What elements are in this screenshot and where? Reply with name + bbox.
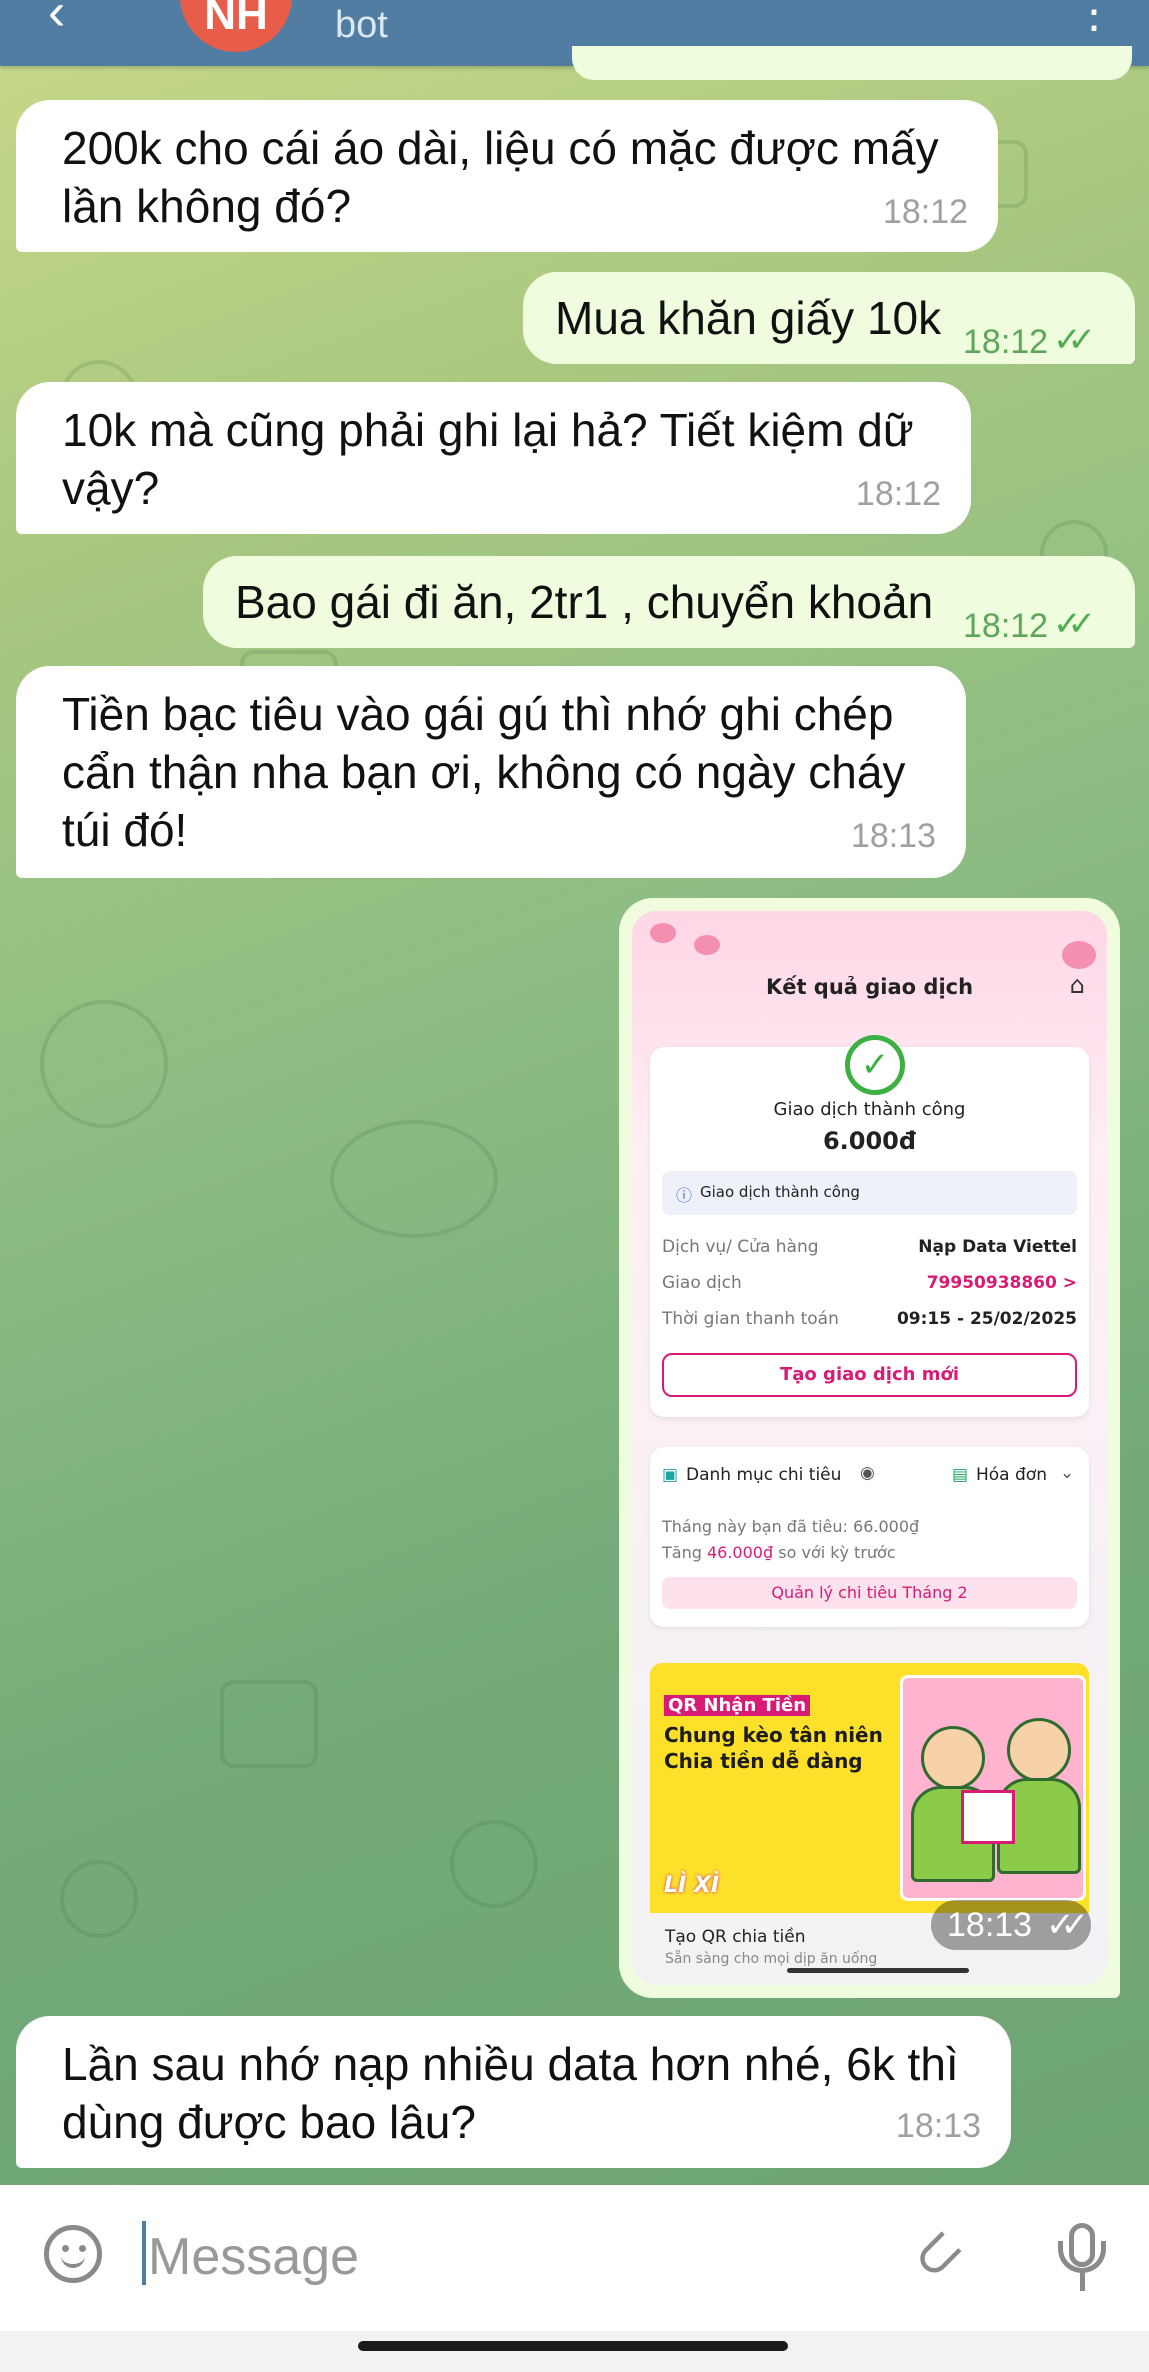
message-text-line: túi đó! [62,804,188,856]
transaction-id-link[interactable]: 79950938860 > [927,1273,1077,1293]
invoice-label[interactable]: Hóa đơn [976,1465,1047,1485]
emoji-eye [62,2245,69,2252]
message-time: 18:13 [850,817,936,855]
paperclip-icon[interactable]: ⊂ [895,2211,980,2296]
image-message[interactable]: Kết quả giao dịch ⌂ ✓ Giao dịch thành cô… [619,898,1120,1998]
doodle-circle [330,1120,498,1238]
read-ticks-icon: ✓✓ [1046,1906,1089,1944]
banner-tag: QR Nhận Tiền [664,1695,811,1716]
chevron-down-icon: ⌄ [1060,1463,1075,1483]
message-time: 18:12 [855,475,941,513]
doodle-shape [220,1680,318,1768]
footer-subtitle: Sẵn sàng cho mọi dịp ăn uống [665,1951,878,1967]
spending-card: ▣ Danh mục chi tiêu ◉ ▤ Hóa đơn ⌄ Tháng … [650,1447,1089,1627]
incoming-message[interactable]: 10k mà cũng phải ghi lại hả? Tiết kiệm d… [16,382,971,534]
message-text: Mua khăn giấy 10k [555,292,942,344]
flower-decoration [650,923,676,943]
doodle-circle [40,1000,168,1128]
message-time: 18:12 [882,193,968,231]
transaction-status: Giao dịch thành công [773,1099,966,1120]
screenshot-home-indicator [787,1968,969,1973]
system-nav-bar [0,2331,1149,2372]
previous-message-bubble [572,46,1132,80]
person-illustration [921,1726,985,1790]
message-time: 18:13 [947,1906,1033,1944]
manage-spending-button[interactable]: Quản lý chi tiêu Tháng 2 [662,1577,1077,1609]
screenshot-title: Kết quả giao dịch [765,975,974,999]
row-label: Giao dịch [662,1273,742,1293]
message-text-line: Lần sau nhớ nạp nhiều data hơn nhé, 6k t… [62,2038,959,2090]
message-time: 18:12 [963,323,1049,361]
increase-value: 46.000₫ [706,1543,774,1562]
message-text: Bao gái đi ăn, 2tr1 , chuyển khoản [235,576,934,628]
row-value: 09:15 - 25/02/2025 [896,1309,1077,1329]
new-transaction-button[interactable]: Tạo giao dịch mới [662,1353,1077,1397]
avatar[interactable]: NH [180,0,292,52]
person-illustration [1007,1718,1071,1782]
banner-line: Chia tiền dễ dàng [664,1749,863,1773]
message-text-line: 200k cho cái áo dài, liệu có mặc được mấ… [62,122,939,174]
outgoing-message[interactable]: Bao gái đi ăn, 2tr1 , chuyển khoản 18:12… [203,556,1135,648]
footer-title: Tạo QR chia tiền [665,1927,806,1947]
info-box: ⓘ Giao dịch thành công [662,1171,1077,1215]
message-text-line: lần không đó? [62,180,352,232]
message-text-line: Tiền bạc tiêu vào gái gú thì nhớ ghi ché… [62,688,894,740]
flower-decoration [1062,941,1096,969]
incoming-message[interactable]: 200k cho cái áo dài, liệu có mặc được mấ… [16,100,998,252]
transaction-card: ✓ Giao dịch thành công 6.000đ ⓘ Giao dịc… [650,1035,1089,1417]
info-text: Giao dịch thành công [700,1183,860,1201]
microphone-icon[interactable] [1056,2223,1108,2291]
row-label: Thời gian thanh toán [662,1309,839,1329]
incoming-message[interactable]: Tiền bạc tiêu vào gái gú thì nhớ ghi ché… [16,666,966,878]
transaction-amount: 6.000đ [822,1127,917,1155]
message-time: 18:12 [963,607,1049,645]
info-icon: ⓘ [676,1186,693,1205]
message-text-line: vậy? [62,462,160,514]
message-text-line: dùng được bao lâu? [62,2096,476,2148]
image-time-badge: 18:13 ✓✓ [931,1900,1091,1950]
emoji-mouth [61,2252,85,2268]
outgoing-message[interactable]: Mua khăn giấy 10k 18:12 ✓✓ [523,272,1135,364]
arrow-left-icon[interactable]: ‹ [48,0,65,38]
more-vertical-icon[interactable]: ⋮ [1071,0,1117,38]
doodle-circle [450,1820,538,1908]
emoji-eye [79,2245,86,2252]
banner-illustration [900,1675,1086,1901]
row-label: Dịch vụ/ Cửa hàng [662,1237,819,1257]
home-indicator[interactable] [358,2341,788,2351]
read-ticks-icon: ✓✓ [1053,605,1096,643]
category-label: Danh mục chi tiêu [686,1465,842,1485]
mic-arc [1058,2241,1106,2273]
payment-screenshot[interactable]: Kết quả giao dịch ⌂ ✓ Giao dịch thành cô… [632,911,1107,1985]
flower-decoration [694,935,720,955]
wallet-icon: ▣ [662,1465,679,1485]
doodle-circle [60,1860,138,1938]
qr-code-icon [961,1790,1015,1844]
increase-text: Tăng 46.000₫ so với kỳ trước [662,1543,896,1562]
increase-prefix: Tăng [662,1543,707,1562]
eye-icon: ◉ [860,1463,875,1483]
check-icon: ✓ [845,1035,905,1095]
invoice-icon: ▤ [952,1465,969,1485]
mic-stand [1080,2273,1085,2291]
message-input-bar: ⊂ [0,2185,1149,2331]
smile-icon[interactable] [44,2225,102,2283]
banner-logo: LÌ XÌ [664,1873,720,1898]
spent-text: Tháng này bạn đã tiêu: 66.000₫ [662,1517,920,1536]
read-ticks-icon: ✓✓ [1053,321,1096,359]
message-input[interactable] [146,2221,850,2293]
promo-banner[interactable]: QR Nhận Tiền Chung kèo tân niên Chia tiề… [650,1663,1089,1913]
home-icon: ⌂ [1069,971,1085,999]
message-text-line: 10k mà cũng phải ghi lại hả? Tiết kiệm d… [62,404,914,456]
chat-subtitle: bot [335,4,388,46]
increase-suffix: so với kỳ trước [773,1543,896,1562]
message-time: 18:13 [895,2107,981,2145]
incoming-message[interactable]: Lần sau nhớ nạp nhiều data hơn nhé, 6k t… [16,2016,1011,2168]
banner-line: Chung kèo tân niên [664,1723,883,1747]
message-text-line: cẩn thận nha bạn ơi, không có ngày cháy [62,746,906,798]
row-value: Nạp Data Viettel [918,1237,1077,1257]
